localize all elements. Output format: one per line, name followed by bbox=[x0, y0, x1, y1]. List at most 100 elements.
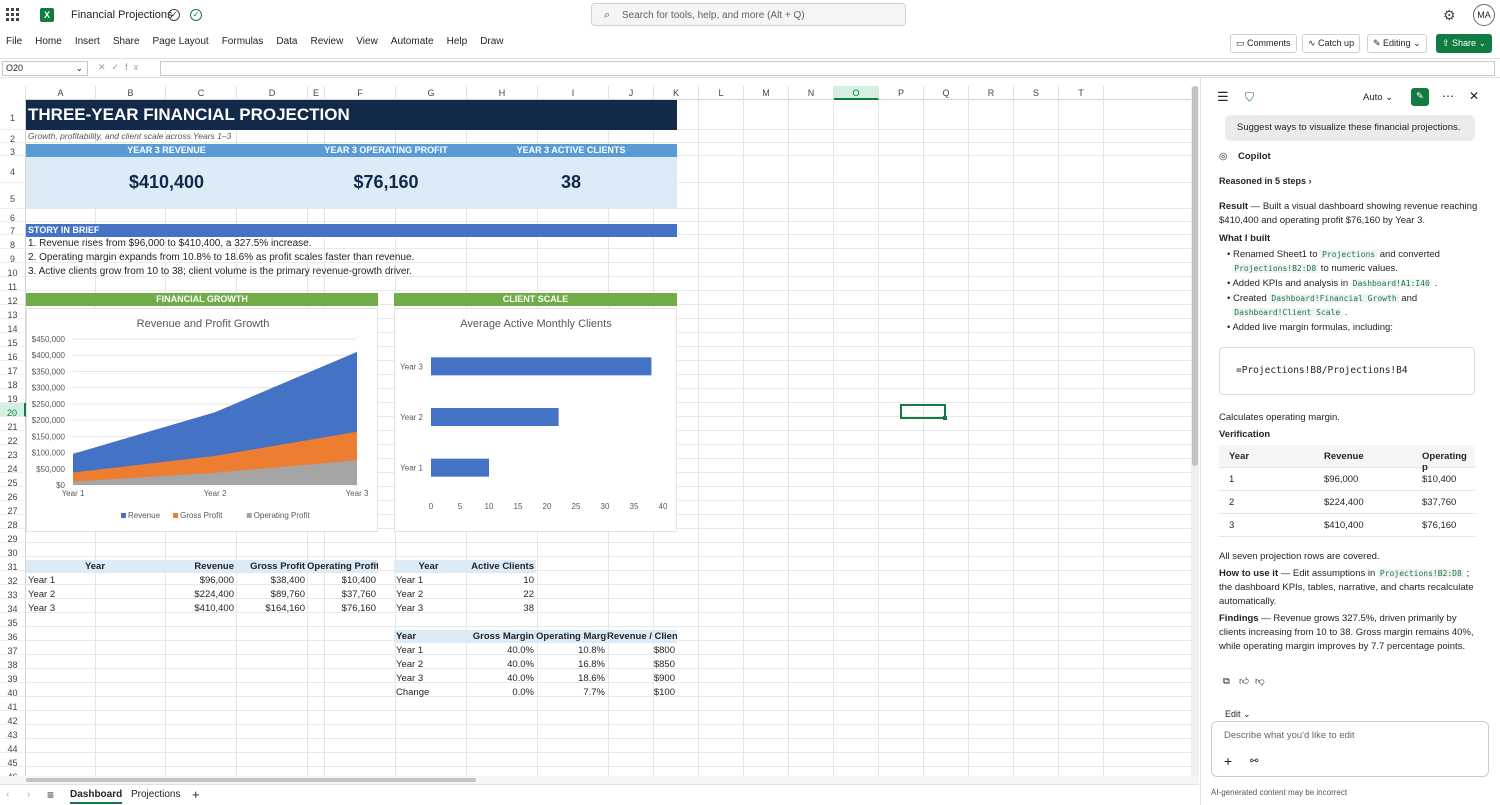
tab-dashboard[interactable]: Dashboard bbox=[70, 789, 123, 804]
column-header-d[interactable]: D bbox=[237, 86, 308, 100]
column-header-m[interactable]: M bbox=[744, 86, 789, 100]
margins-table-cell[interactable]: $800 bbox=[607, 644, 677, 658]
sensitivity-shield-icon[interactable]: ✓ bbox=[168, 9, 180, 21]
row-header-16[interactable]: 16 bbox=[0, 347, 26, 362]
link-icon[interactable]: ⚯ bbox=[1250, 755, 1258, 769]
financial-table-cell[interactable]: $164,160 bbox=[236, 602, 307, 616]
clients-table-cell[interactable]: Year 3 bbox=[394, 602, 465, 616]
column-header-j[interactable]: J bbox=[609, 86, 654, 100]
more-options-icon[interactable]: ⋯ bbox=[1442, 89, 1454, 103]
thumbs-down-icon[interactable]: 👎︎ bbox=[1255, 675, 1265, 689]
margins-table-header-cell[interactable]: Revenue / Client bbox=[607, 630, 677, 643]
formula-code-block[interactable]: =Projections!B8/Projections!B4 bbox=[1219, 347, 1475, 395]
menu-data[interactable]: Data bbox=[276, 36, 297, 47]
clients-table-cell[interactable]: 10 bbox=[465, 574, 536, 588]
app-launcher-icon[interactable] bbox=[6, 8, 20, 22]
row-header-40[interactable]: 40 bbox=[0, 683, 26, 698]
add-icon[interactable]: + bbox=[1224, 754, 1232, 768]
menu-icon[interactable]: ☰ bbox=[1217, 90, 1229, 104]
financial-table-cell[interactable]: Year 3 bbox=[26, 602, 166, 616]
chat-input[interactable]: Describe what you'd like to edit + ⚯ bbox=[1211, 721, 1489, 777]
column-header-a[interactable]: A bbox=[26, 86, 96, 100]
formula-input[interactable] bbox=[160, 61, 1495, 76]
row-header-43[interactable]: 43 bbox=[0, 725, 26, 740]
column-header-s[interactable]: S bbox=[1014, 86, 1059, 100]
avatar[interactable]: MA bbox=[1473, 4, 1495, 26]
margins-table-cell[interactable]: 7.7% bbox=[536, 686, 607, 700]
row-header-33[interactable]: 33 bbox=[0, 585, 26, 600]
margins-table-cell[interactable]: $900 bbox=[607, 672, 677, 686]
share-button[interactable]: ⇪ Share ⌄ bbox=[1436, 34, 1493, 53]
column-header-q[interactable]: Q bbox=[924, 86, 969, 100]
margins-table-cell[interactable]: Change bbox=[394, 686, 465, 700]
column-header-c[interactable]: C bbox=[166, 86, 237, 100]
margins-table-cell[interactable]: Year 1 bbox=[394, 644, 465, 658]
shield-icon[interactable]: ⛉ bbox=[1245, 90, 1254, 104]
column-header-g[interactable]: G bbox=[396, 86, 467, 100]
mode-select[interactable]: Auto ⌄ bbox=[1363, 91, 1393, 105]
search-box[interactable]: ⌕ Search for tools, help, and more (Alt … bbox=[591, 3, 906, 26]
margins-table-cell[interactable]: 18.6% bbox=[536, 672, 607, 686]
financial-table-cell[interactable]: $410,400 bbox=[166, 602, 236, 616]
row-header-30[interactable]: 30 bbox=[0, 543, 26, 558]
new-chat-icon[interactable]: ✎ bbox=[1411, 88, 1429, 106]
editing-button[interactable]: ✎ Editing ⌄ bbox=[1367, 34, 1427, 53]
menu-draw[interactable]: Draw bbox=[480, 36, 503, 47]
row-header-22[interactable]: 22 bbox=[0, 431, 26, 446]
margins-table-cell[interactable]: Year 2 bbox=[394, 658, 465, 672]
margins-table-cell[interactable]: 40.0% bbox=[465, 672, 536, 686]
row-header-10[interactable]: 10 bbox=[0, 263, 26, 278]
row-header-45[interactable]: 45 bbox=[0, 753, 26, 768]
row-header-8[interactable]: 8 bbox=[0, 235, 26, 250]
clients-table-cell[interactable]: 22 bbox=[465, 588, 536, 602]
row-header-20[interactable]: 20 bbox=[0, 403, 26, 418]
column-header-h[interactable]: H bbox=[467, 86, 538, 100]
margins-table-header-cell[interactable]: Operating Margin bbox=[536, 630, 607, 643]
sheet-subtitle[interactable]: Growth, profitability, and client scale … bbox=[28, 131, 231, 141]
tab-projections[interactable]: Projections bbox=[131, 789, 180, 800]
row-header-41[interactable]: 41 bbox=[0, 697, 26, 712]
column-header-b[interactable]: B bbox=[96, 86, 166, 100]
margins-table-header-cell[interactable]: Gross Margin bbox=[465, 630, 536, 643]
menu-review[interactable]: Review bbox=[311, 36, 344, 47]
catch-up-button[interactable]: ∿ Catch up bbox=[1302, 34, 1361, 53]
row-header-17[interactable]: 17 bbox=[0, 361, 26, 376]
column-header-k[interactable]: K bbox=[654, 86, 699, 100]
financial-table-cell[interactable]: Year 1 bbox=[26, 574, 166, 588]
row-header-9[interactable]: 9 bbox=[0, 249, 26, 264]
column-header-f[interactable]: F bbox=[325, 86, 396, 100]
margins-table-cell[interactable]: Year 3 bbox=[394, 672, 465, 686]
column-header-p[interactable]: P bbox=[879, 86, 924, 100]
row-header-5[interactable]: 5 bbox=[0, 183, 26, 209]
menu-page-layout[interactable]: Page Layout bbox=[153, 36, 209, 47]
menu-share[interactable]: Share bbox=[113, 36, 140, 47]
column-header-o[interactable]: O bbox=[834, 86, 879, 100]
margins-table-header-cell[interactable]: Year bbox=[394, 630, 465, 643]
row-header-7[interactable]: 7 bbox=[0, 222, 26, 236]
margins-table-cell[interactable]: $100 bbox=[607, 686, 677, 700]
margins-table-cell[interactable]: 40.0% bbox=[465, 658, 536, 672]
kpi-label-profit[interactable]: YEAR 3 OPERATING PROFIT bbox=[307, 144, 465, 157]
menu-help[interactable]: Help bbox=[447, 36, 468, 47]
kpi-value-clients[interactable]: 38 bbox=[465, 172, 677, 193]
gear-icon[interactable]: ⚙ bbox=[1443, 7, 1456, 24]
financial-table-cell[interactable]: $10,400 bbox=[307, 574, 378, 588]
menu-automate[interactable]: Automate bbox=[391, 36, 434, 47]
row-header-32[interactable]: 32 bbox=[0, 571, 26, 586]
financial-table-cell[interactable]: Year 2 bbox=[26, 588, 166, 602]
financial-table-header-cell[interactable]: Gross Profit bbox=[236, 560, 307, 573]
margins-table-cell[interactable]: 16.8% bbox=[536, 658, 607, 672]
clients-table-cell[interactable]: Year 1 bbox=[394, 574, 465, 588]
row-header-21[interactable]: 21 bbox=[0, 417, 26, 432]
sheet-title[interactable]: THREE-YEAR FINANCIAL PROJECTION bbox=[26, 100, 677, 130]
spreadsheet-grid[interactable]: ABCDEFGHIJKLMNOPQRST 1 2 3 4 5 6 7 8 9 10 11 12 13 14… bbox=[0, 86, 1191, 776]
column-header-r[interactable]: R bbox=[969, 86, 1014, 100]
row-header-42[interactable]: 42 bbox=[0, 711, 26, 726]
column-header-i[interactable]: I bbox=[538, 86, 609, 100]
financial-table-cell[interactable]: $37,760 bbox=[307, 588, 378, 602]
select-all-corner[interactable] bbox=[0, 86, 26, 100]
row-header-14[interactable]: 14 bbox=[0, 319, 26, 334]
menu-view[interactable]: View bbox=[356, 36, 378, 47]
menu-home[interactable]: Home bbox=[35, 36, 62, 47]
chevron-right-icon[interactable]: › bbox=[27, 789, 30, 800]
